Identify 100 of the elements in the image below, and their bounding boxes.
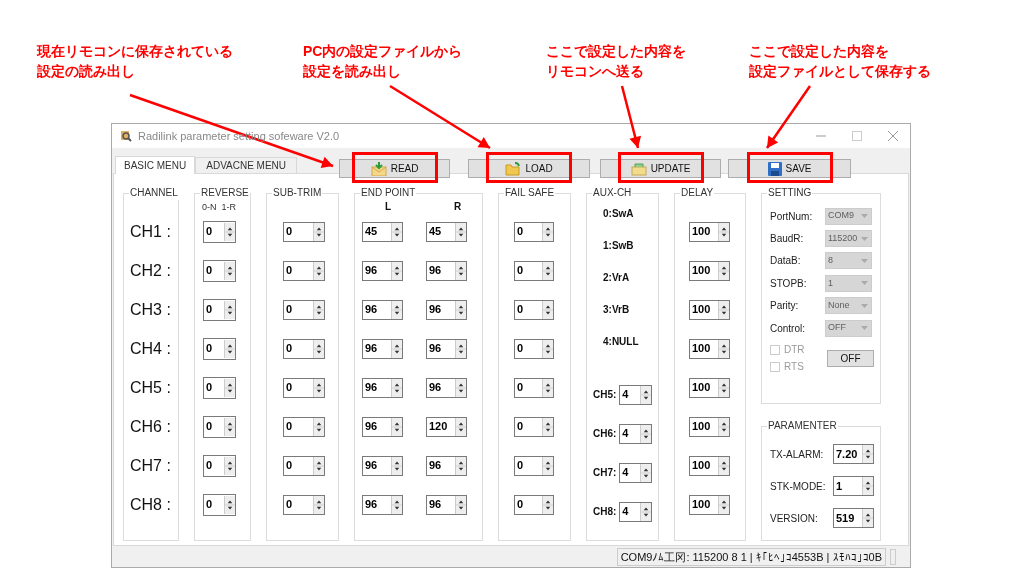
spin-box[interactable]: 96 — [426, 260, 467, 281]
spinner-arrows-icon[interactable] — [718, 456, 729, 475]
spin-box[interactable]: 96 — [426, 455, 467, 476]
spinner-arrows-icon[interactable] — [455, 339, 466, 358]
spinner-arrows-icon[interactable] — [542, 456, 553, 475]
spin-box[interactable]: 0 — [203, 376, 236, 399]
spinner-arrows-icon[interactable] — [542, 339, 553, 358]
spin-box[interactable]: 0 — [283, 377, 325, 398]
spinner-arrows-icon[interactable] — [718, 261, 729, 280]
spin-box[interactable]: 100 — [689, 494, 730, 515]
spinner-arrows-icon[interactable] — [718, 339, 729, 358]
spinner-arrows-icon[interactable] — [718, 417, 729, 436]
spin-box[interactable]: 0 — [514, 455, 554, 476]
spin-box[interactable]: 96 — [362, 260, 403, 281]
spin-box[interactable]: 96 — [426, 494, 467, 515]
spinner-arrows-icon[interactable] — [718, 378, 729, 397]
spinner-arrows-icon[interactable] — [862, 445, 873, 463]
spin-box[interactable]: 0 — [203, 337, 236, 360]
spin-box[interactable]: 0 — [283, 416, 325, 437]
spinner-arrows-icon[interactable] — [862, 509, 873, 527]
action-button[interactable]: SAVE — [728, 159, 852, 178]
spinner-arrows-icon[interactable] — [224, 378, 235, 397]
spin-box[interactable]: 0 — [203, 220, 236, 243]
spin-box[interactable]: 96 — [362, 416, 403, 437]
spin-box[interactable]: 0 — [203, 454, 236, 477]
spinner-arrows-icon[interactable] — [640, 424, 652, 443]
spinner-arrows-icon[interactable] — [224, 222, 235, 241]
spin-box[interactable]: 96 — [426, 338, 467, 359]
spinner-arrows-icon[interactable] — [455, 300, 466, 319]
spinner-arrows-icon[interactable] — [313, 495, 324, 514]
spinner-arrows-icon[interactable] — [542, 495, 553, 514]
spin-box[interactable]: 100 — [689, 299, 730, 320]
spin-box[interactable]: 0 — [514, 416, 554, 437]
spin-box[interactable]: 96 — [426, 299, 467, 320]
spinner-arrows-icon[interactable] — [862, 477, 873, 495]
spin-box[interactable]: 100 — [689, 416, 730, 437]
spinner-arrows-icon[interactable] — [718, 222, 729, 241]
spinner-arrows-icon[interactable] — [224, 339, 235, 358]
spinner-arrows-icon[interactable] — [455, 222, 466, 241]
spinner-arrows-icon[interactable] — [455, 417, 466, 436]
spinner-arrows-icon[interactable] — [542, 300, 553, 319]
spin-box[interactable]: 0 — [514, 260, 554, 281]
spin-box[interactable]: 96 — [362, 338, 403, 359]
spinner-arrows-icon[interactable] — [313, 339, 324, 358]
spinner-arrows-icon[interactable] — [313, 261, 324, 280]
spinner-arrows-icon[interactable] — [455, 261, 466, 280]
spin-box[interactable]: 0 — [283, 455, 325, 476]
spin-box[interactable]: 4 — [619, 384, 653, 405]
spinner-arrows-icon[interactable] — [391, 378, 402, 397]
spin-box[interactable]: 4 — [619, 462, 653, 483]
spin-box[interactable]: 45 — [362, 221, 403, 242]
spin-box[interactable]: 96 — [426, 377, 467, 398]
spinner-arrows-icon[interactable] — [391, 456, 402, 475]
off-button[interactable]: OFF — [827, 349, 874, 367]
spinner-arrows-icon[interactable] — [542, 378, 553, 397]
spin-box[interactable]: 0 — [283, 494, 325, 515]
action-button[interactable]: LOAD — [468, 159, 591, 178]
spin-box[interactable]: 1 — [833, 476, 874, 496]
spinner-arrows-icon[interactable] — [640, 463, 652, 482]
spinner-arrows-icon[interactable] — [224, 495, 235, 514]
spinner-arrows-icon[interactable] — [640, 385, 652, 404]
spinner-arrows-icon[interactable] — [542, 261, 553, 280]
spinner-arrows-icon[interactable] — [391, 222, 402, 241]
spin-box[interactable]: 0 — [203, 493, 236, 516]
spin-box[interactable]: 0 — [514, 221, 554, 242]
spin-box[interactable]: 100 — [689, 377, 730, 398]
spin-box[interactable]: 45 — [426, 221, 467, 242]
spinner-arrows-icon[interactable] — [455, 456, 466, 475]
action-button[interactable]: READ — [339, 159, 451, 178]
spin-box[interactable]: 100 — [689, 455, 730, 476]
spinner-arrows-icon[interactable] — [640, 502, 652, 521]
spinner-arrows-icon[interactable] — [313, 456, 324, 475]
spinner-arrows-icon[interactable] — [718, 300, 729, 319]
spinner-arrows-icon[interactable] — [313, 378, 324, 397]
spinner-arrows-icon[interactable] — [455, 378, 466, 397]
spin-box[interactable]: 0 — [203, 298, 236, 321]
spin-box[interactable]: 4 — [619, 501, 653, 522]
spinner-arrows-icon[interactable] — [224, 456, 235, 475]
spin-box[interactable]: 100 — [689, 221, 730, 242]
close-icon[interactable] — [888, 131, 898, 141]
spin-box[interactable]: 0 — [203, 259, 236, 282]
spinner-arrows-icon[interactable] — [391, 261, 402, 280]
spin-box[interactable]: 100 — [689, 338, 730, 359]
spinner-arrows-icon[interactable] — [718, 495, 729, 514]
spinner-arrows-icon[interactable] — [224, 300, 235, 319]
spin-box[interactable]: 96 — [362, 494, 403, 515]
spin-box[interactable]: 96 — [362, 299, 403, 320]
spin-box[interactable]: 0 — [514, 494, 554, 515]
spinner-arrows-icon[interactable] — [391, 417, 402, 436]
spin-box[interactable]: 0 — [283, 338, 325, 359]
spinner-arrows-icon[interactable] — [224, 261, 235, 280]
spinner-arrows-icon[interactable] — [391, 300, 402, 319]
spin-box[interactable]: 96 — [362, 377, 403, 398]
spin-box[interactable]: 7.20 — [833, 444, 874, 464]
spin-box[interactable]: 519 — [833, 508, 874, 528]
spinner-arrows-icon[interactable] — [391, 339, 402, 358]
spinner-arrows-icon[interactable] — [313, 300, 324, 319]
spin-box[interactable]: 0 — [283, 221, 325, 242]
spin-box[interactable]: 96 — [362, 455, 403, 476]
spin-box[interactable]: 100 — [689, 260, 730, 281]
